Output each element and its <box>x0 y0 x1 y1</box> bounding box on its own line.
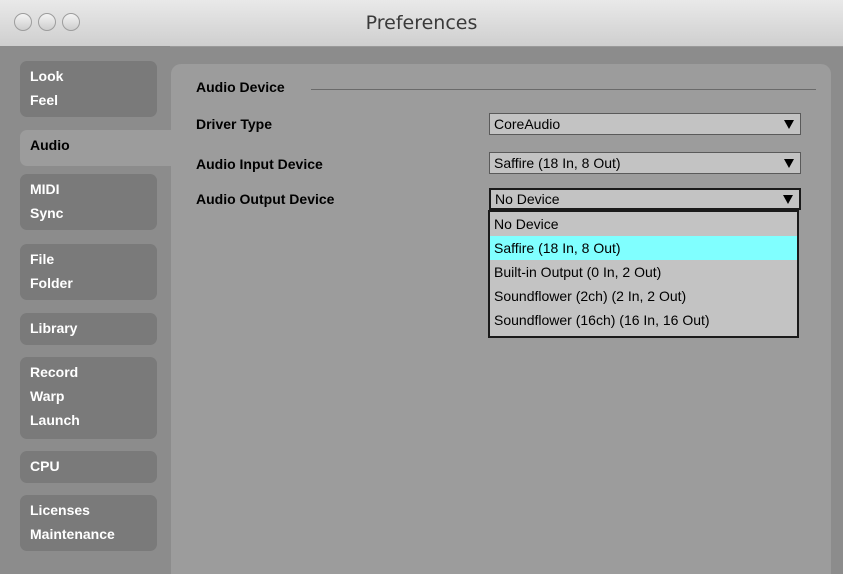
audio-input-device-value: Saffire (18 In, 8 Out) <box>494 155 621 171</box>
dropdown-arrow-icon <box>784 159 794 168</box>
sidebar-tab-record-warp-launch[interactable]: Record Warp Launch <box>20 357 157 439</box>
dropdown-option-soundflower-2ch[interactable]: Soundflower (2ch) (2 In, 2 Out) <box>490 284 797 308</box>
sidebar-tab-label: Library <box>30 320 78 336</box>
preferences-window: Preferences Look Feel Audio MIDI Sync Fi… <box>0 0 843 574</box>
sidebar-tab-file-folder[interactable]: File Folder <box>20 244 157 300</box>
sidebar-tab-label: Launch <box>30 412 80 428</box>
sidebar-tab-label: Warp <box>30 388 65 404</box>
sidebar-tab-label: Look <box>30 68 64 84</box>
sidebar-tab-label: Record <box>30 364 79 380</box>
driver-type-value: CoreAudio <box>494 116 561 132</box>
sidebar-tab-label: CPU <box>30 458 60 474</box>
audio-output-device-label: Audio Output Device <box>196 191 335 207</box>
sidebar-tab-library[interactable]: Library <box>20 313 157 345</box>
sidebar-tab-licenses-maintenance[interactable]: Licenses Maintenance <box>20 495 157 551</box>
dropdown-arrow-icon <box>784 120 794 129</box>
section-title-audio-device: Audio Device <box>196 79 285 95</box>
preferences-sidebar: Look Feel Audio MIDI Sync File Folder Li… <box>0 46 172 574</box>
dropdown-option-soundflower-16ch[interactable]: Soundflower (16ch) (16 In, 16 Out) <box>490 308 797 332</box>
driver-type-select[interactable]: CoreAudio <box>489 113 801 135</box>
sidebar-tab-label: File <box>30 251 55 267</box>
driver-type-label: Driver Type <box>196 116 272 132</box>
sidebar-tab-label: Feel <box>30 92 59 108</box>
sidebar-tab-label: Audio <box>30 137 70 153</box>
dropdown-option-saffire[interactable]: Saffire (18 In, 8 Out) <box>490 236 797 260</box>
dropdown-option-no-device[interactable]: No Device <box>490 212 797 236</box>
sidebar-tab-label: Maintenance <box>30 526 115 542</box>
sidebar-tab-label: Sync <box>30 205 64 221</box>
audio-input-device-select[interactable]: Saffire (18 In, 8 Out) <box>489 152 801 174</box>
audio-output-device-dropdown-menu: No Device Saffire (18 In, 8 Out) Built-i… <box>488 210 799 338</box>
sidebar-tab-midi-sync[interactable]: MIDI Sync <box>20 174 157 230</box>
title-bar: Preferences <box>0 0 843 47</box>
section-divider <box>311 89 816 90</box>
sidebar-tab-label: MIDI <box>30 181 60 197</box>
window-title: Preferences <box>365 12 478 34</box>
sidebar-tab-audio[interactable]: Audio <box>20 130 172 166</box>
audio-output-device-value: No Device <box>495 191 560 207</box>
dropdown-option-built-in-output[interactable]: Built-in Output (0 In, 2 Out) <box>490 260 797 284</box>
audio-output-device-select[interactable]: No Device <box>489 188 801 210</box>
sidebar-tab-label: Licenses <box>30 502 90 518</box>
sidebar-tab-label: Folder <box>30 275 73 291</box>
dropdown-arrow-icon <box>783 195 793 204</box>
sidebar-tab-look-feel[interactable]: Look Feel <box>20 61 157 117</box>
audio-input-device-label: Audio Input Device <box>196 156 323 172</box>
sidebar-tab-cpu[interactable]: CPU <box>20 451 157 483</box>
